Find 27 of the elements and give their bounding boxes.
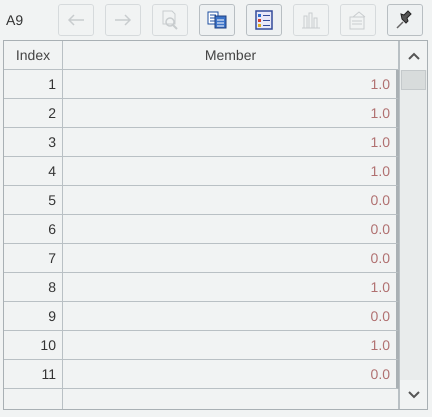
row-index: 3 xyxy=(4,128,63,157)
chevron-up-icon xyxy=(408,52,420,60)
copy-button[interactable] xyxy=(199,4,235,36)
copy-icon xyxy=(207,11,227,29)
magnifier-icon xyxy=(161,10,179,30)
row-index: 10 xyxy=(4,331,63,360)
row-index: 6 xyxy=(4,215,63,244)
scrollbar-thumb[interactable] xyxy=(401,70,426,90)
row-index: 7 xyxy=(4,244,63,273)
row-index: 5 xyxy=(4,186,63,215)
list-icon xyxy=(255,10,273,30)
forward-arrow-icon xyxy=(114,14,132,26)
cell-reference: A9 xyxy=(6,12,24,28)
back-arrow-icon xyxy=(67,14,85,26)
row-index: 1 xyxy=(4,70,63,99)
bar-chart-icon xyxy=(301,11,321,29)
list-button[interactable] xyxy=(246,4,282,36)
row-index: 11 xyxy=(4,360,63,389)
row-index: 4 xyxy=(4,157,63,186)
column-header[interactable]: Member xyxy=(63,41,399,70)
row-index: 9 xyxy=(4,302,63,331)
properties-icon xyxy=(348,10,368,30)
row-index: 2 xyxy=(4,99,63,128)
row-index: 8 xyxy=(4,273,63,302)
chevron-down-icon xyxy=(408,390,420,398)
column-header[interactable]: Index xyxy=(4,41,63,70)
pin-button[interactable] xyxy=(387,4,423,36)
